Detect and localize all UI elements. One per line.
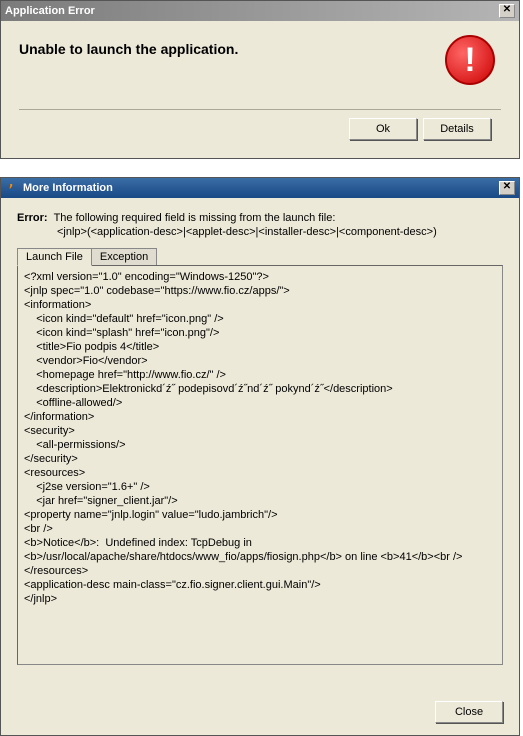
error-message: Unable to launch the application. xyxy=(19,35,238,57)
close-button[interactable]: Close xyxy=(435,701,503,723)
tab-launch-file[interactable]: Launch File xyxy=(17,248,92,266)
details-button[interactable]: Details xyxy=(423,118,491,140)
dialog1-title: Application Error xyxy=(5,5,95,17)
error-detail: <jnlp>(<application-desc>|<applet-desc>|… xyxy=(57,226,503,238)
more-information-dialog: More Information ✕ Error: The following … xyxy=(0,177,520,736)
ok-button[interactable]: Ok xyxy=(349,118,417,140)
dialog1-titlebar[interactable]: Application Error ✕ xyxy=(1,1,519,21)
close-icon[interactable]: ✕ xyxy=(499,181,515,195)
tab-bar: Launch File Exception xyxy=(17,248,503,265)
error-icon: ! xyxy=(445,35,495,85)
dialog2-title: More Information xyxy=(23,182,113,194)
error-text: The following required field is missing … xyxy=(54,212,336,224)
close-icon[interactable]: ✕ xyxy=(499,4,515,18)
java-icon xyxy=(5,181,19,195)
error-label: Error: xyxy=(17,212,48,224)
dialog2-titlebar[interactable]: More Information ✕ xyxy=(1,178,519,198)
xml-content-box[interactable]: <?xml version="1.0" encoding="Windows-12… xyxy=(17,265,503,665)
tab-exception[interactable]: Exception xyxy=(91,248,157,265)
application-error-dialog: Application Error ✕ Unable to launch the… xyxy=(0,0,520,159)
